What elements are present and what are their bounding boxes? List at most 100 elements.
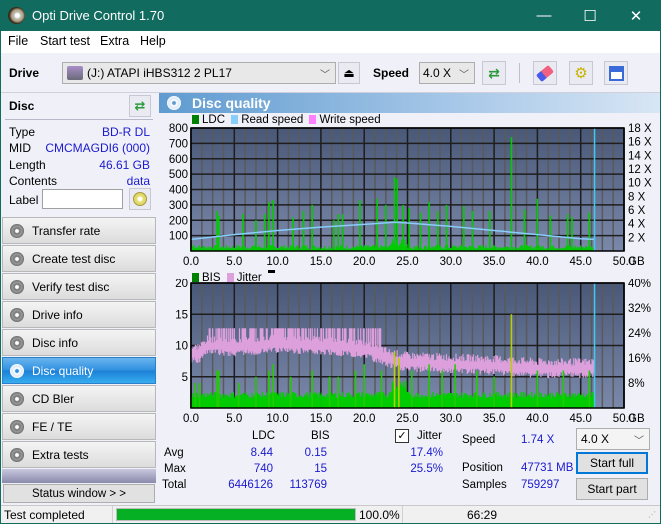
nav-drive-info[interactable]: Drive info (2, 301, 156, 328)
test-speed-value: 4.0 X (581, 432, 610, 446)
settings-button[interactable]: ⚙ (569, 61, 593, 85)
disc-label-button[interactable] (129, 188, 151, 210)
status-text: Test completed (4, 508, 85, 522)
total-label: Total (162, 479, 187, 491)
max-jitter-value: 25.5% (410, 463, 443, 475)
disc-nav-icon (10, 280, 24, 294)
panel-header: Disc quality (159, 93, 660, 113)
eraser-icon (535, 64, 555, 82)
gears-icon: ⚙ (574, 65, 588, 82)
menu-start-test[interactable]: Start test (40, 34, 90, 48)
nav-label: Disc info (32, 336, 79, 350)
nav-label: Verify test disc (32, 280, 110, 294)
total-bis-value: 113769 (289, 479, 327, 491)
y-tick-label-right: 12 X (628, 164, 652, 176)
y-tick-label-left: 100 (169, 231, 188, 243)
app-window: Opti Drive Control 1.70 — ☐ ✕ File Start… (1, 0, 660, 523)
nav-disc-info[interactable]: Disc info (2, 329, 156, 356)
nav-disc-quality[interactable]: Disc quality (2, 357, 156, 384)
disc-nav-icon (10, 224, 24, 238)
refresh-button[interactable]: ⇄ (482, 61, 506, 85)
disc-length-value: 46.61 GB (99, 158, 150, 172)
status-window-button[interactable]: Status window > > (3, 484, 155, 503)
x-tick-label: 45.0 (570, 413, 592, 424)
drive-select[interactable]: (J:) ATAPI iHBS312 2 PL17 ﹀ (62, 62, 336, 84)
disc-nav-icon (10, 308, 24, 322)
nav-extra-tests[interactable]: Extra tests (2, 441, 156, 468)
menu-bar: File Start test Extra Help (1, 31, 660, 53)
position-label: Position (462, 462, 503, 474)
nav-label: CD Bler (32, 392, 75, 406)
status-bar: Test completed 100.0% 66:29 ⋰ (1, 505, 660, 523)
avg-ldc-value: 8.44 (250, 447, 273, 459)
chevron-down-icon: ﹀ (459, 70, 469, 81)
window-title: Opti Drive Control 1.70 (32, 8, 165, 23)
y-tick-label-right: 18 X (628, 123, 652, 135)
title-bar: Opti Drive Control 1.70 — ☐ ✕ (1, 0, 660, 31)
nav-verify-test-disc[interactable]: Verify test disc (2, 273, 156, 300)
disc-label-input[interactable] (42, 189, 123, 209)
nav-create-test-disc[interactable]: Create test disc (2, 245, 156, 272)
status-divider (112, 506, 113, 523)
avg-jitter-value: 17.4% (410, 447, 443, 459)
refresh-arrows-icon: ⇄ (488, 64, 500, 81)
disc-info-panel: Disc ⇄ Type BD-R DL MID CMCMAGDI6 (000) … (1, 93, 156, 213)
col-bis-header: BIS (311, 430, 330, 442)
y-tick-label-left: 5 (182, 372, 188, 384)
sidebar: Disc ⇄ Type BD-R DL MID CMCMAGDI6 (000) … (1, 93, 158, 505)
disc-nav-icon (10, 364, 24, 378)
disc-mid-key: MID (9, 141, 31, 155)
y-tick-label-left: 15 (175, 309, 188, 321)
speed-stat-label: Speed (462, 434, 496, 446)
nav-spacer (2, 469, 156, 483)
y-tick-label-left: 700 (169, 138, 188, 150)
col-ldc-header: LDC (252, 430, 276, 442)
drive-icon (67, 66, 83, 80)
speed-select-value: 4.0 X (423, 66, 452, 80)
close-button[interactable]: ✕ (613, 0, 659, 31)
eject-icon: ⏏ (343, 66, 355, 80)
disc-refresh-button[interactable]: ⇄ (129, 95, 151, 117)
x-axis-unit: GB (628, 256, 645, 268)
nav-label: FE / TE (32, 420, 73, 434)
avg-label: Avg (164, 447, 184, 459)
nav-label: Transfer rate (32, 224, 101, 238)
save-button[interactable] (604, 61, 628, 85)
jitter-checkbox[interactable]: ✓ (395, 429, 409, 443)
menu-file[interactable]: File (8, 34, 28, 48)
nav-transfer-rate[interactable]: Transfer rate (2, 217, 156, 244)
maximize-button[interactable]: ☐ (567, 0, 613, 31)
x-tick-label: 0.0 (183, 256, 199, 268)
x-tick-label: 10.0 (266, 256, 288, 268)
eject-button[interactable]: ⏏ (338, 62, 360, 84)
floppy-disk-icon (608, 65, 624, 81)
jitter-label: Jitter (417, 430, 442, 442)
speed-select[interactable]: 4.0 X ﹀ (419, 62, 475, 84)
nav-cd-bler[interactable]: CD Bler (2, 385, 156, 412)
start-full-button[interactable]: Start full (576, 452, 648, 474)
y-tick-label-right: 10 X (628, 178, 652, 190)
disc-label-key: Label (9, 193, 39, 207)
drive-label: Drive (9, 66, 40, 80)
x-tick-label: 15.0 (310, 256, 332, 268)
x-axis-unit: GB (628, 413, 645, 424)
nav-fe-te[interactable]: FE / TE (2, 413, 156, 440)
disc-nav-icon (10, 252, 24, 266)
nav-label: Drive info (32, 308, 83, 322)
chevron-down-icon: ﹀ (634, 436, 644, 447)
menu-extra[interactable]: Extra (100, 34, 129, 48)
start-part-button[interactable]: Start part (576, 478, 648, 500)
disc-contents-key: Contents (9, 174, 58, 188)
resize-grip-icon[interactable]: ⋰ (648, 510, 656, 519)
minimize-button[interactable]: — (521, 0, 567, 31)
x-tick-label: 30.0 (440, 413, 462, 424)
menu-help[interactable]: Help (140, 34, 166, 48)
total-ldc-value: 6446126 (228, 479, 273, 491)
test-speed-select[interactable]: 4.0 X ﹀ (576, 428, 650, 450)
erase-button[interactable] (533, 61, 557, 85)
nav-label: Create test disc (32, 252, 116, 266)
x-tick-label: 10.0 (266, 413, 288, 424)
max-bis-value: 15 (314, 463, 327, 475)
y-tick-label-left: 200 (169, 215, 188, 227)
panel-title: Disc quality (192, 95, 271, 111)
